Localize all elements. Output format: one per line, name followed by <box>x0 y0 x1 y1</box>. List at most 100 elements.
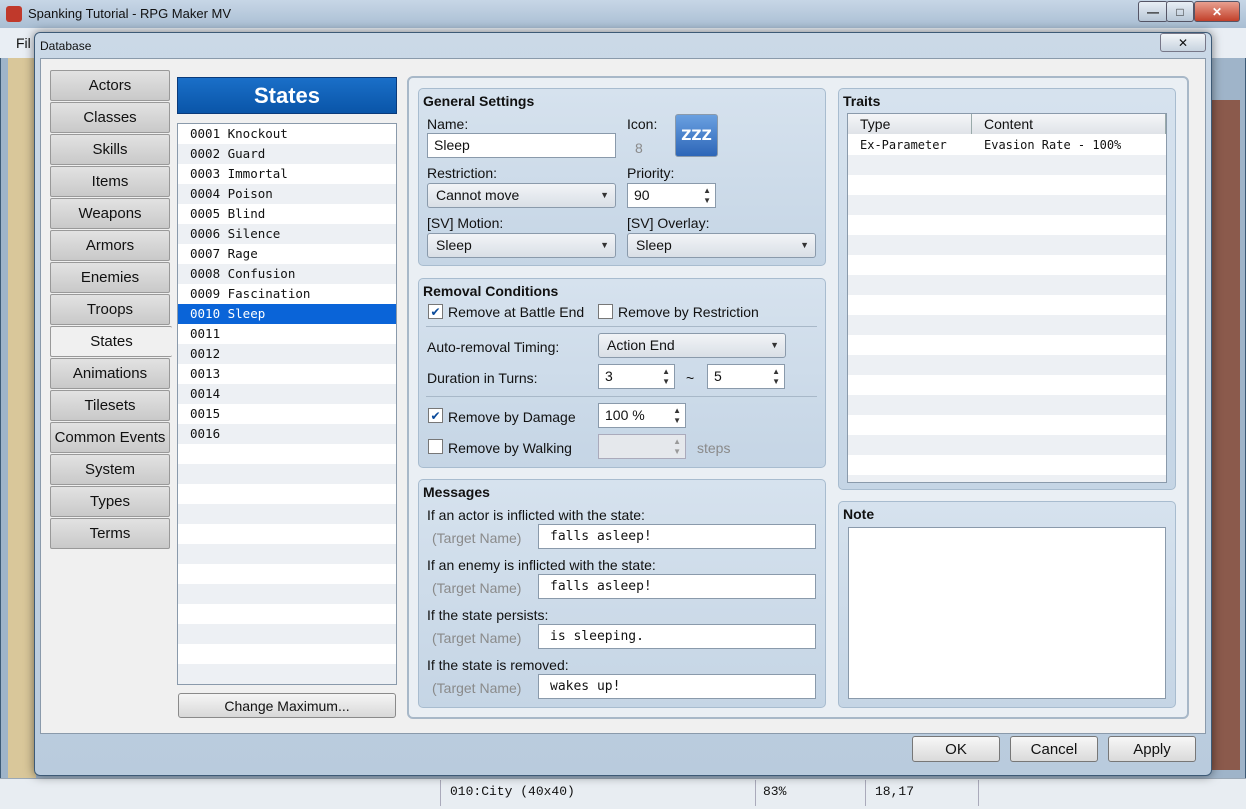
remove-battle-end-label: Remove at Battle End <box>448 304 585 320</box>
empty-table-row[interactable] <box>848 175 1166 195</box>
sv-overlay-select[interactable]: Sleep ▼ <box>627 233 816 258</box>
tab-actors[interactable]: Actors <box>50 70 170 101</box>
maximize-button[interactable]: □ <box>1166 1 1194 22</box>
tab-weapons[interactable]: Weapons <box>50 198 170 229</box>
empty-table-row[interactable] <box>848 235 1166 255</box>
tab-items[interactable]: Items <box>50 166 170 197</box>
empty-table-row[interactable] <box>848 355 1166 375</box>
tab-terms[interactable]: Terms <box>50 518 170 549</box>
spin-up-icon[interactable]: ▲ <box>772 368 780 376</box>
list-item[interactable]: 0014 <box>178 384 396 404</box>
list-item[interactable]: 0008 Confusion <box>178 264 396 284</box>
traits-column-type[interactable]: Type <box>848 114 972 134</box>
status-separator <box>755 780 756 806</box>
message-field[interactable]: wakes up! <box>538 674 816 699</box>
tab-common-events[interactable]: Common Events <box>50 422 170 453</box>
list-item[interactable]: 0004 Poison <box>178 184 396 204</box>
tab-states[interactable]: States <box>50 326 172 357</box>
list-item[interactable]: 0013 <box>178 364 396 384</box>
empty-table-row[interactable] <box>848 315 1166 335</box>
list-item[interactable]: 0011 <box>178 324 396 344</box>
priority-spinner[interactable]: 90 ▲ ▼ <box>627 183 716 208</box>
empty-table-row[interactable] <box>848 295 1166 315</box>
list-item[interactable]: 0003 Immortal <box>178 164 396 184</box>
empty-table-row[interactable] <box>848 395 1166 415</box>
list-item[interactable]: 0016 <box>178 424 396 444</box>
empty-table-row[interactable] <box>848 475 1166 482</box>
sleep-zzz-icon[interactable]: ZZZ <box>675 114 718 157</box>
name-field[interactable]: Sleep <box>427 133 616 158</box>
apply-button[interactable]: Apply <box>1108 736 1196 762</box>
target-name-placeholder: (Target Name) <box>432 580 522 596</box>
spin-down-icon[interactable]: ▼ <box>772 378 780 386</box>
tab-armors[interactable]: Armors <box>50 230 170 261</box>
message-field[interactable]: is sleeping. <box>538 624 816 649</box>
traits-column-content[interactable]: Content <box>972 114 1166 134</box>
empty-table-row[interactable] <box>848 275 1166 295</box>
traits-table[interactable]: Type Content Ex-Parameter Evasion Rate - … <box>847 113 1167 483</box>
close-button[interactable]: ✕ <box>1194 1 1240 22</box>
dialog-title: Database <box>40 39 92 53</box>
close-icon: ✕ <box>1177 35 1189 50</box>
duration-max-spinner[interactable]: 5 ▲ ▼ <box>707 364 785 389</box>
auto-removal-timing-select[interactable]: Action End ▼ <box>598 333 786 358</box>
empty-table-row[interactable] <box>848 195 1166 215</box>
restriction-select[interactable]: Cannot move ▼ <box>427 183 616 208</box>
empty-table-row[interactable] <box>848 415 1166 435</box>
spin-up-icon[interactable]: ▲ <box>703 187 711 195</box>
change-maximum-button[interactable]: Change Maximum... <box>178 693 396 718</box>
note-textarea[interactable] <box>848 527 1166 699</box>
tab-system[interactable]: System <box>50 454 170 485</box>
tab-classes[interactable]: Classes <box>50 102 170 133</box>
list-item[interactable]: 0009 Fascination <box>178 284 396 304</box>
cancel-button[interactable]: Cancel <box>1010 736 1098 762</box>
damage-percent-spinner[interactable]: 100 % ▲ ▼ <box>598 403 686 428</box>
spin-down-icon[interactable]: ▼ <box>662 378 670 386</box>
list-item[interactable]: 0006 Silence <box>178 224 396 244</box>
message-field[interactable]: falls asleep! <box>538 574 816 599</box>
ok-button[interactable]: OK <box>912 736 1000 762</box>
spin-up-icon[interactable]: ▲ <box>673 407 681 415</box>
empty-list-row <box>178 484 396 504</box>
main-title-bar: Spanking Tutorial - RPG Maker MV <box>0 0 1246 28</box>
tab-skills[interactable]: Skills <box>50 134 170 165</box>
empty-table-row[interactable] <box>848 375 1166 395</box>
list-item[interactable]: 0015 <box>178 404 396 424</box>
empty-table-row[interactable] <box>848 255 1166 275</box>
minimize-button[interactable]: — <box>1138 1 1168 22</box>
tab-troops[interactable]: Troops <box>50 294 170 325</box>
priority-label: Priority: <box>627 165 675 181</box>
empty-table-row[interactable] <box>848 335 1166 355</box>
list-item[interactable]: 0005 Blind <box>178 204 396 224</box>
menu-file[interactable]: Fil <box>16 35 31 51</box>
sv-motion-select[interactable]: Sleep ▼ <box>427 233 616 258</box>
remove-by-walking-checkbox[interactable] <box>428 439 443 454</box>
spin-up-icon[interactable]: ▲ <box>662 368 670 376</box>
tab-types[interactable]: Types <box>50 486 170 517</box>
tab-animations[interactable]: Animations <box>50 358 170 389</box>
restriction-label: Restriction: <box>427 165 498 181</box>
spin-down-icon[interactable]: ▼ <box>703 197 711 205</box>
states-list[interactable]: 0001 Knockout 0002 Guard 0003 Immortal 0004… <box>177 123 397 685</box>
empty-table-row[interactable] <box>848 215 1166 235</box>
spin-down-icon[interactable]: ▼ <box>673 417 681 425</box>
message-field[interactable]: falls asleep! <box>538 524 816 549</box>
tab-tilesets[interactable]: Tilesets <box>50 390 170 421</box>
list-item[interactable]: 0002 Guard <box>178 144 396 164</box>
empty-table-row[interactable] <box>848 435 1166 455</box>
remove-by-damage-checkbox[interactable]: ✔ <box>428 408 443 423</box>
empty-table-row[interactable] <box>848 455 1166 475</box>
remove-by-restriction-checkbox[interactable] <box>598 304 613 319</box>
duration-min-spinner[interactable]: 3 ▲ ▼ <box>598 364 675 389</box>
remove-battle-end-checkbox[interactable]: ✔ <box>428 304 443 319</box>
dialog-close-button[interactable]: ✕ <box>1160 33 1206 52</box>
list-item[interactable]: 0007 Rage <box>178 244 396 264</box>
spin-up-icon: ▲ <box>673 437 681 446</box>
list-item[interactable]: 0010 Sleep <box>178 304 396 324</box>
tab-enemies[interactable]: Enemies <box>50 262 170 293</box>
table-row[interactable]: Ex-Parameter Evasion Rate - 100% <box>848 135 1166 155</box>
list-item[interactable]: 0012 <box>178 344 396 364</box>
list-item[interactable]: 0001 Knockout <box>178 124 396 144</box>
empty-table-row[interactable] <box>848 155 1166 175</box>
icon-index: 8 <box>635 140 643 156</box>
